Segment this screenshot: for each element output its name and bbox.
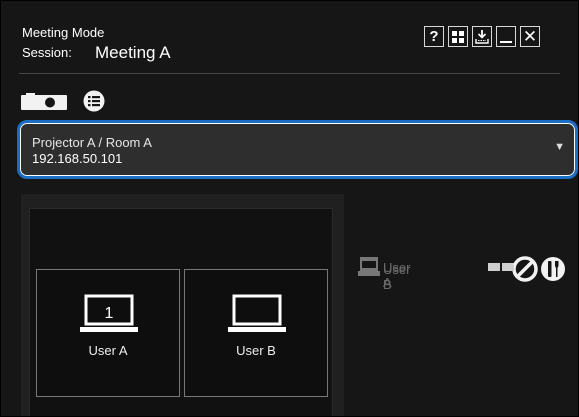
title-bar: Meeting Mode Session: Meeting A ? ✕ [1,1,578,73]
slot-user-label: User A [88,343,128,358]
slot-user-label: User B [236,343,276,358]
slot-number: 1 [105,305,114,322]
session-label: Session: [22,45,72,60]
minimize-button[interactable] [496,26,516,47]
laptop-icon [358,259,380,276]
close-icon: ✕ [522,26,538,46]
prohibited-icon[interactable] [512,256,538,282]
display-slot-1[interactable]: 1 User A [36,269,180,397]
minimize-icon [500,40,512,43]
laptop-icon: 1 [80,294,138,332]
close-button[interactable]: ✕ [520,26,540,47]
grid-icon [452,30,464,43]
session-name: Meeting A [95,43,171,62]
help-button[interactable]: ? [424,26,444,47]
list-view-icon[interactable] [83,90,105,112]
laptop-icon [228,294,286,332]
tools-icon[interactable] [540,256,566,282]
connection-status-icon [488,265,514,271]
meeting-mode-window: Meeting Mode Session: Meeting A ? ✕ Proj… [0,0,579,417]
projector-select-dropdown[interactable]: Projector A / Room A 192.168.50.101 ▼ [17,120,578,179]
selected-projector-name: Projector A / Room A [32,135,152,150]
projector-view-icon[interactable] [21,93,67,111]
user-name: User B [383,262,411,292]
save-button[interactable] [472,26,492,47]
help-icon: ? [429,28,439,45]
title-divider [19,73,560,74]
selected-projector-ip: 192.168.50.101 [32,151,123,166]
download-icon [475,30,489,44]
display-slot-2[interactable]: User B [184,269,328,397]
window-title: Meeting Mode [22,25,105,40]
chevron-down-icon: ▼ [554,141,565,153]
layout-button[interactable] [448,26,468,47]
